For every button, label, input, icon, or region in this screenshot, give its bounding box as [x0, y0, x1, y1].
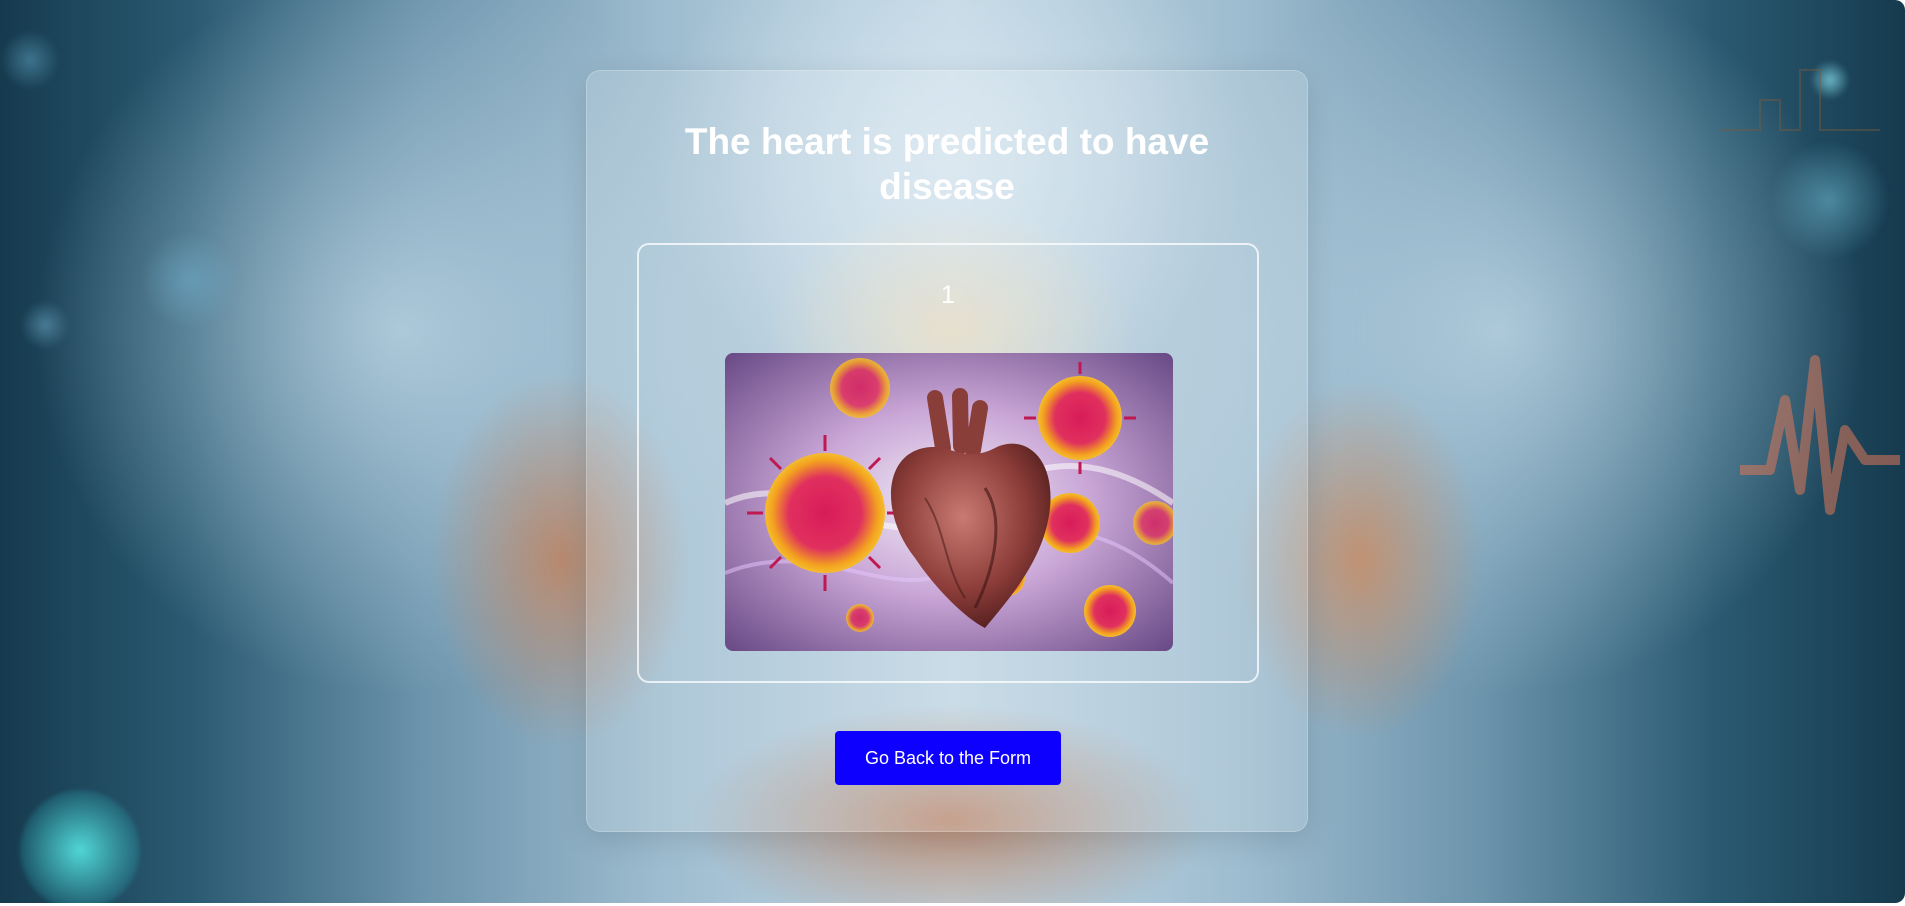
page-title: The heart is predicted to have disease — [684, 121, 1210, 207]
diseased-heart-image — [725, 353, 1173, 651]
bokeh-light — [20, 790, 140, 903]
prediction-value: 1 — [941, 281, 955, 309]
ecg-small-graphic — [1720, 69, 1880, 131]
prediction-result-box: 1 — [637, 243, 1259, 683]
bokeh-light — [20, 300, 70, 350]
ecg-wave-graphic — [1740, 355, 1900, 515]
bokeh-light — [0, 30, 60, 90]
result-card: The heart is predicted to have disease 1 — [586, 70, 1308, 832]
page: The heart is predicted to have disease 1 — [0, 0, 1905, 906]
bokeh-light — [140, 230, 240, 330]
heart-virus-illustration-icon — [725, 353, 1173, 651]
go-back-to-form-button[interactable]: Go Back to the Form — [835, 731, 1061, 785]
